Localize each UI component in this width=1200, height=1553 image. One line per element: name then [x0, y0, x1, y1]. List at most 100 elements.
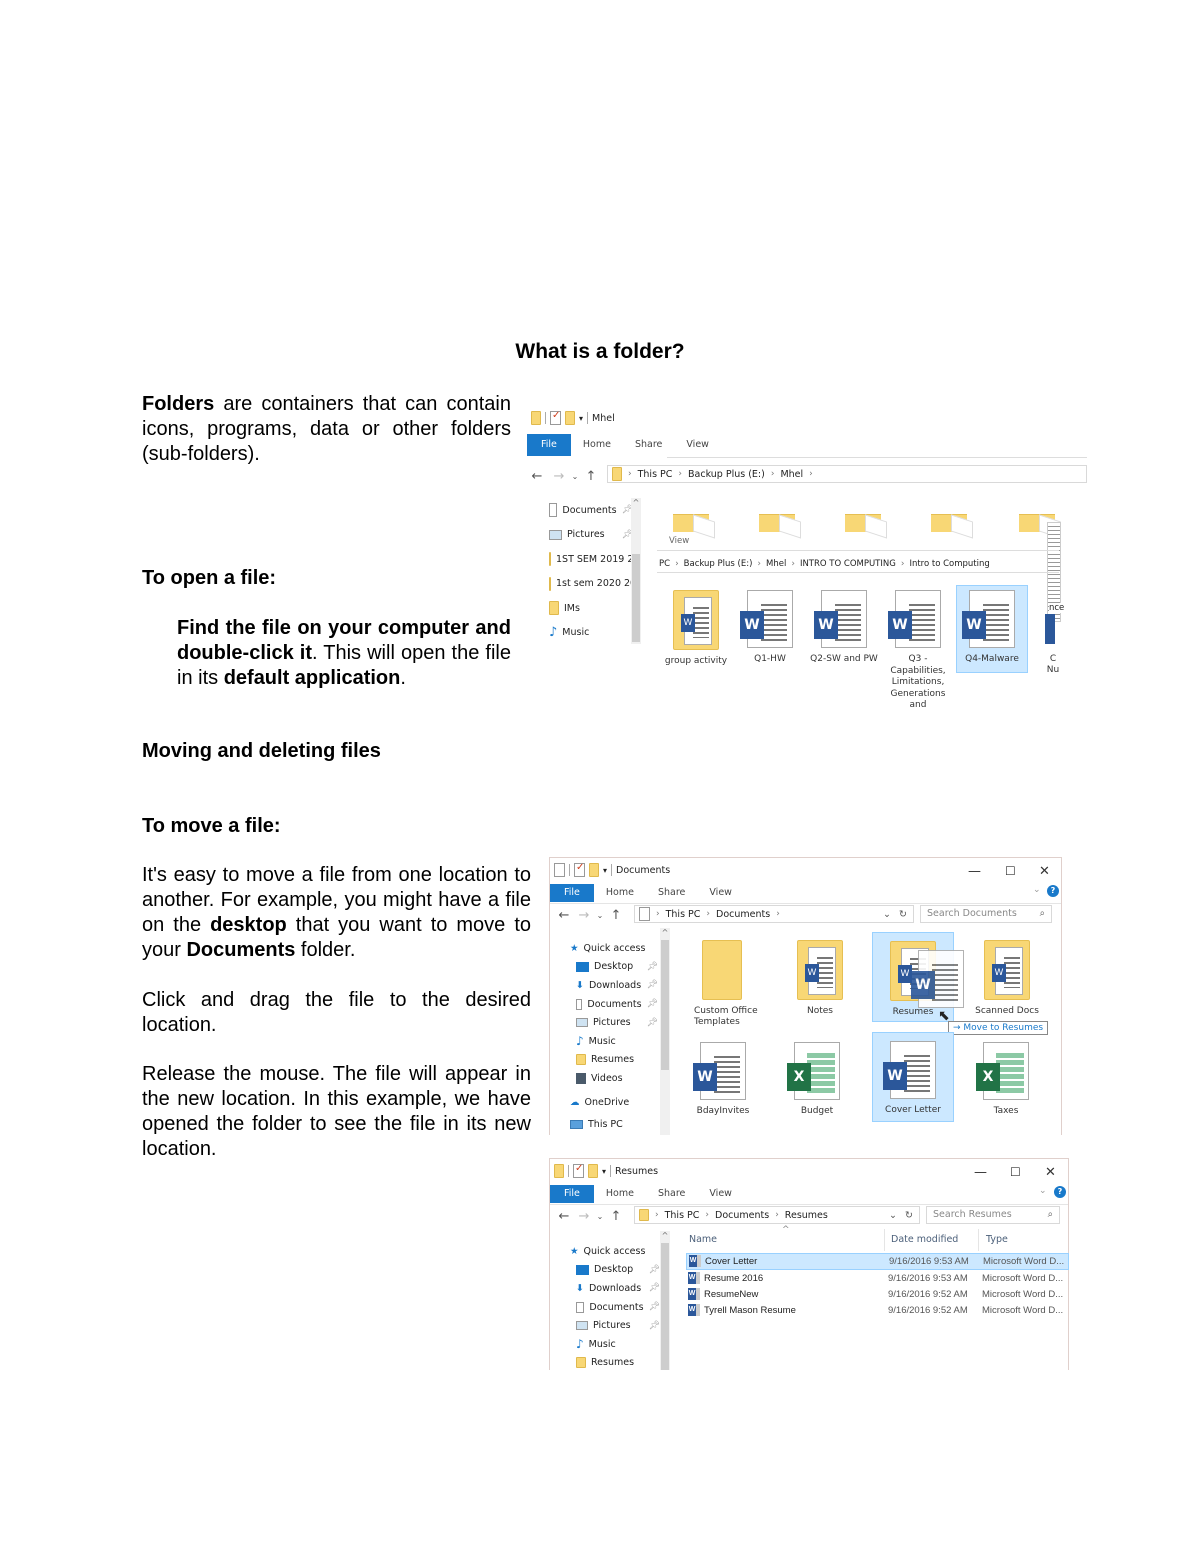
nav-item-music[interactable]: ♪ Music	[570, 1032, 658, 1051]
address-bar[interactable]: › This PC › Documents › ⌄ ↻	[634, 905, 914, 923]
help-icon[interactable]: ?	[1047, 885, 1059, 897]
tab-view[interactable]: View	[674, 434, 721, 456]
scroll-up-icon[interactable]: ^	[660, 1231, 670, 1240]
address-bar[interactable]: › This PC › Backup Plus (E:) › Mhel ›	[607, 465, 1087, 483]
maximize-button[interactable]: ☐	[1005, 864, 1016, 878]
tab-share[interactable]: Share	[646, 1183, 697, 1205]
nav-item-resumes[interactable]: Resumes	[570, 1051, 658, 1070]
scrollbar-thumb[interactable]	[661, 1243, 669, 1370]
folder-icon[interactable]	[554, 1164, 564, 1178]
documents-icon[interactable]	[554, 863, 565, 877]
column-header-type[interactable]: Type	[986, 1234, 1008, 1245]
nav-scrollbar[interactable]: ^	[660, 1231, 670, 1370]
scroll-up-icon[interactable]: ^	[631, 498, 641, 507]
properties-icon[interactable]	[573, 1163, 584, 1178]
file-tile[interactable]: W Q1-HW	[734, 586, 806, 664]
breadcrumb-item[interactable]: INTRO TO COMPUTING	[800, 559, 896, 569]
file-row[interactable]: W Resume 2016 9/16/2016 9:53 AM Microsoft…	[686, 1270, 1069, 1287]
overlay-tab-view[interactable]: View	[669, 536, 689, 546]
nav-item-pictures[interactable]: Pictures 📌︎	[549, 523, 633, 548]
file-tile[interactable]: W Q3 - Capabilities, Limitations, Genera…	[882, 586, 954, 708]
nav-item-desktop[interactable]: Desktop 📌︎	[570, 958, 658, 977]
dragged-word-document-icon[interactable]: W	[911, 950, 964, 1008]
file-row-selected[interactable]: W Cover Letter 9/16/2016 9:53 AM Microsof…	[686, 1253, 1069, 1270]
nav-item-desktop[interactable]: Desktop 📌︎	[570, 1261, 660, 1280]
tab-share[interactable]: Share	[623, 434, 674, 456]
tab-home[interactable]: Home	[594, 882, 646, 904]
folder-thumbnail[interactable]	[845, 514, 881, 532]
nav-item-documents[interactable]: Documents 📌︎	[549, 498, 633, 523]
tab-file[interactable]: File	[527, 434, 571, 456]
search-icon[interactable]: ⌕	[1048, 1207, 1053, 1223]
tab-share[interactable]: Share	[646, 882, 697, 904]
close-button[interactable]: ✕	[1045, 1165, 1056, 1180]
breadcrumb-item[interactable]: Documents	[715, 1210, 769, 1221]
nav-item-videos[interactable]: Videos	[570, 1069, 658, 1088]
back-arrow-icon[interactable]: ←	[529, 469, 545, 484]
customize-dropdown-icon[interactable]: ▾	[602, 1167, 606, 1176]
nav-item-music[interactable]: ♪ Music	[570, 1335, 660, 1354]
breadcrumb-item[interactable]: Mhel	[780, 469, 803, 480]
up-arrow-icon[interactable]: ↑	[608, 908, 624, 923]
customize-dropdown-icon[interactable]: ▾	[603, 866, 607, 875]
file-tile[interactable]: W group activity	[660, 586, 732, 666]
recent-dropdown-icon[interactable]: ⌄	[592, 1212, 608, 1221]
tab-view[interactable]: View	[697, 1183, 744, 1205]
nav-item-music[interactable]: ♪ Music	[549, 621, 633, 646]
refresh-icon[interactable]: ↻	[905, 1210, 913, 1221]
breadcrumb-item[interactable]: This PC	[665, 1210, 700, 1221]
properties-icon[interactable]	[550, 410, 561, 425]
folder-thumbnail[interactable]	[931, 514, 967, 532]
help-icon[interactable]: ?	[1054, 1186, 1066, 1198]
tab-home[interactable]: Home	[594, 1183, 646, 1205]
back-arrow-icon[interactable]: ←	[556, 1209, 572, 1224]
nav-item-documents[interactable]: Documents 📌︎	[570, 1298, 660, 1317]
nav-item-folder[interactable]: 1st sem 2020 202	[549, 572, 633, 597]
breadcrumb-item[interactable]: PC	[659, 559, 670, 569]
up-arrow-icon[interactable]: ↑	[608, 1209, 624, 1224]
column-divider[interactable]	[978, 1229, 979, 1251]
recent-dropdown-icon[interactable]: ⌄	[592, 911, 608, 920]
scrollbar-thumb[interactable]	[661, 940, 669, 1070]
up-arrow-icon[interactable]: ↑	[583, 469, 599, 484]
nav-item-downloads[interactable]: ⬇ Downloads 📌︎	[570, 976, 658, 995]
nav-item-downloads[interactable]: ⬇ Downloads 📌︎	[570, 1279, 660, 1298]
recent-dropdown-icon[interactable]: ⌄	[567, 472, 583, 481]
address-bar[interactable]: › This PC › Documents › Resumes ⌄ ↻	[634, 1206, 920, 1224]
file-tile[interactable]: X Budget	[781, 1038, 853, 1116]
breadcrumb-item[interactable]: Documents	[716, 909, 770, 920]
file-row[interactable]: W Tyrell Mason Resume 9/16/2016 9:52 AM M…	[686, 1302, 1069, 1319]
nav-item-ims[interactable]: IMs	[549, 596, 633, 621]
folder-tile[interactable]: W Scanned Docs	[969, 936, 1045, 1016]
file-tile[interactable]: W Q2-SW and PW	[808, 586, 880, 664]
tab-file[interactable]: File	[550, 883, 594, 902]
new-folder-icon[interactable]	[589, 863, 599, 877]
properties-icon[interactable]	[574, 862, 585, 877]
minimize-button[interactable]: —	[974, 1165, 987, 1180]
breadcrumb-item[interactable]: Mhel	[766, 559, 786, 569]
scroll-up-icon[interactable]: ^	[660, 928, 670, 937]
file-tile-selected[interactable]: W Q4-Malware	[956, 585, 1028, 673]
file-tile[interactable]: C Nu	[1043, 586, 1063, 676]
forward-arrow-icon[interactable]: →	[576, 1209, 592, 1224]
file-tile[interactable]: X Taxes	[970, 1038, 1042, 1116]
folder-thumbnail[interactable]	[759, 514, 795, 532]
customize-dropdown-icon[interactable]: ▾	[579, 414, 583, 423]
nav-item-onedrive[interactable]: ☁ OneDrive	[570, 1093, 658, 1112]
file-tile[interactable]: W BdayInvites	[687, 1038, 759, 1116]
column-header-date[interactable]: Date modified	[891, 1234, 958, 1245]
minimize-button[interactable]: —	[968, 864, 981, 879]
column-header-name[interactable]: Name	[689, 1234, 717, 1245]
back-arrow-icon[interactable]: ←	[556, 908, 572, 923]
tab-file[interactable]: File	[550, 1184, 594, 1203]
tab-home[interactable]: Home	[571, 434, 623, 456]
refresh-icon[interactable]: ↻	[899, 909, 907, 920]
expand-ribbon-icon[interactable]: ⌄	[1033, 885, 1041, 895]
nav-item-resumes[interactable]: Resumes	[570, 1354, 660, 1370]
nav-item-folder[interactable]: 1ST SEM 2019 20	[549, 547, 633, 572]
maximize-button[interactable]: ☐	[1010, 1165, 1021, 1179]
search-input[interactable]: Search Resumes ⌕	[926, 1206, 1060, 1224]
folder-tile[interactable]: W Notes	[782, 936, 858, 1016]
address-dropdown-icon[interactable]: ⌄	[883, 909, 891, 920]
breadcrumb-item[interactable]: Resumes	[785, 1210, 828, 1221]
